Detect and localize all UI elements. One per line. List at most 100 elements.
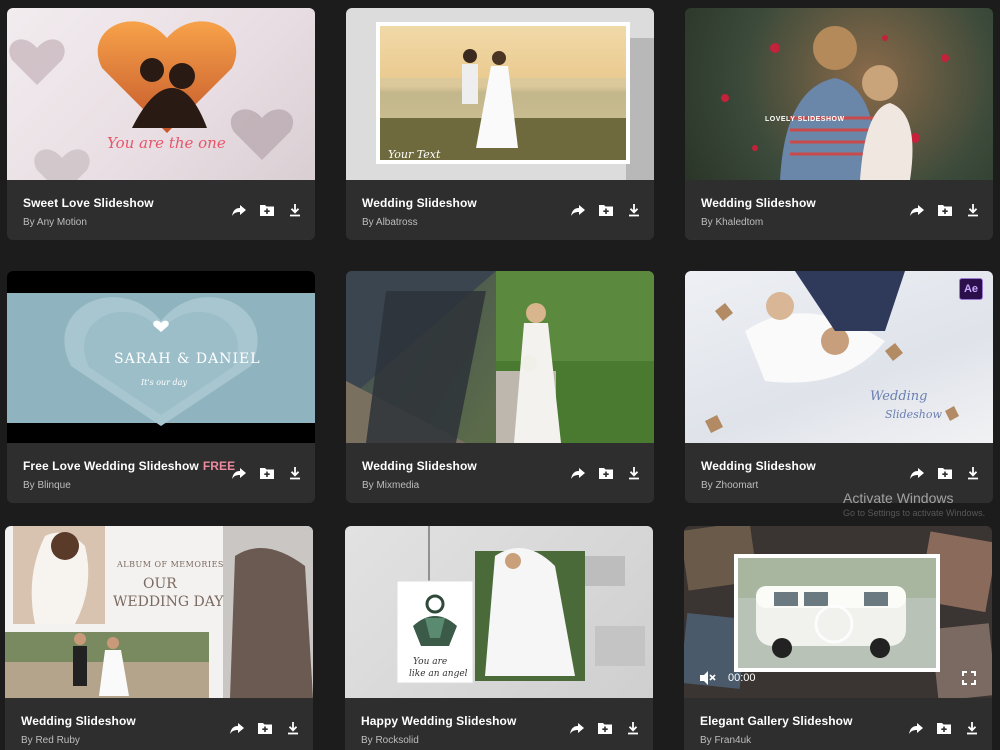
template-card[interactable]: Ae Wedding Slideshow Wedding Slideshow B…	[685, 271, 993, 503]
thumbnail-caption: SARAH & DANIEL	[114, 351, 261, 367]
card-info: Wedding Slideshow By Albatross	[346, 180, 654, 240]
thumbnail-caption: LOVELY SLIDESHOW	[765, 116, 845, 123]
card-info: Wedding Slideshow By Red Ruby	[5, 698, 313, 750]
activate-windows-hint: Go to Settings to activate Windows.	[843, 508, 986, 518]
thumbnail-subcaption: Slideshow	[885, 408, 942, 421]
share-icon[interactable]	[908, 720, 924, 736]
download-icon[interactable]	[625, 720, 641, 736]
thumbnail-caption: Wedding	[870, 389, 928, 404]
card-title[interactable]: Free Love Wedding Slideshow FREE	[23, 459, 235, 473]
card-title[interactable]: Happy Wedding Slideshow	[361, 714, 516, 728]
thumbnail-caption: ALBUM OF MEMORIES	[117, 560, 224, 569]
download-icon[interactable]	[626, 202, 642, 218]
add-to-collection-icon[interactable]	[598, 465, 614, 481]
thumbnail-caption: You are	[413, 657, 448, 667]
card-thumbnail[interactable]: Your Text	[346, 8, 654, 180]
card-author[interactable]: By Fran4uk	[700, 735, 751, 746]
thumbnail-art	[396, 526, 645, 684]
thumbnail-art	[9, 21, 294, 180]
card-title[interactable]: Wedding Slideshow	[701, 196, 816, 210]
template-card[interactable]: You are like an angel Happy Wedding Slid…	[345, 526, 653, 750]
card-info: Happy Wedding Slideshow By Rocksolid	[345, 698, 653, 750]
template-card[interactable]: LOVELY SLIDESHOW Wedding Slideshow By Kh…	[685, 8, 993, 240]
thumbnail-art	[5, 526, 313, 698]
share-icon[interactable]	[909, 465, 925, 481]
card-title[interactable]: Wedding Slideshow	[362, 459, 477, 473]
card-author[interactable]: By Zhoomart	[701, 480, 758, 491]
thumbnail-subcaption: OUR	[143, 576, 177, 592]
mute-icon[interactable]	[698, 670, 716, 686]
fullscreen-icon[interactable]	[962, 671, 976, 685]
thumbnail-subcaption: WEDDING DAY	[113, 594, 224, 610]
card-thumbnail[interactable]: Ae Wedding Slideshow	[685, 271, 993, 443]
card-author[interactable]: By Mixmedia	[362, 480, 419, 491]
card-info: Wedding Slideshow By Khaledtom	[685, 180, 993, 240]
share-icon[interactable]	[570, 202, 586, 218]
card-actions	[229, 720, 301, 736]
thumbnail-caption: Your Text	[388, 148, 441, 161]
thumbnail-art	[721, 26, 949, 180]
card-thumbnail[interactable]: You are like an angel	[345, 526, 653, 698]
share-icon[interactable]	[909, 202, 925, 218]
add-to-collection-icon[interactable]	[597, 720, 613, 736]
card-author[interactable]: By Rocksolid	[361, 735, 419, 746]
card-author[interactable]: By Blinque	[23, 480, 71, 491]
add-to-collection-icon[interactable]	[259, 202, 275, 218]
template-card[interactable]: SARAH & DANIEL It's our day Free Love We…	[7, 271, 315, 503]
card-actions	[570, 465, 642, 481]
add-to-collection-icon[interactable]	[259, 465, 275, 481]
template-card[interactable]: 00:00 Elegant Gallery Slideshow By Fran4…	[684, 526, 992, 750]
card-actions	[908, 720, 980, 736]
card-author[interactable]: By Red Ruby	[21, 735, 80, 746]
template-card[interactable]: You are the one Sweet Love Slideshow By …	[7, 8, 315, 240]
card-author[interactable]: By Khaledtom	[701, 217, 763, 228]
card-title-text: Free Love Wedding Slideshow	[23, 459, 199, 473]
template-card[interactable]: Wedding Slideshow By Mixmedia	[346, 271, 654, 503]
thumbnail-subcaption: like an angel	[409, 669, 468, 679]
add-to-collection-icon[interactable]	[936, 720, 952, 736]
card-info: Free Love Wedding Slideshow FREE By Blinq…	[7, 443, 315, 503]
share-icon[interactable]	[569, 720, 585, 736]
add-to-collection-icon[interactable]	[257, 720, 273, 736]
download-icon[interactable]	[626, 465, 642, 481]
card-title[interactable]: Sweet Love Slideshow	[23, 196, 154, 210]
share-icon[interactable]	[570, 465, 586, 481]
add-to-collection-icon[interactable]	[598, 202, 614, 218]
card-author[interactable]: By Albatross	[362, 217, 418, 228]
download-icon[interactable]	[287, 202, 303, 218]
card-thumbnail[interactable]: You are the one	[7, 8, 315, 180]
share-icon[interactable]	[229, 720, 245, 736]
download-icon[interactable]	[287, 465, 303, 481]
card-actions	[231, 465, 303, 481]
card-title[interactable]: Wedding Slideshow	[362, 196, 477, 210]
thumbnail-subcaption: It's our day	[141, 378, 187, 387]
download-icon[interactable]	[965, 202, 981, 218]
card-title[interactable]: Wedding Slideshow	[21, 714, 136, 728]
card-thumbnail[interactable]: SARAH & DANIEL It's our day	[7, 271, 315, 443]
template-card[interactable]: Your Text Wedding Slideshow By Albatross	[346, 8, 654, 240]
card-actions	[231, 202, 303, 218]
activate-windows-watermark: Activate Windows	[843, 490, 954, 506]
share-icon[interactable]	[231, 202, 247, 218]
card-actions	[909, 202, 981, 218]
card-thumbnail[interactable]: 00:00	[684, 526, 992, 698]
share-icon[interactable]	[231, 465, 247, 481]
add-to-collection-icon[interactable]	[937, 465, 953, 481]
card-actions	[569, 720, 641, 736]
card-title[interactable]: Wedding Slideshow	[701, 459, 816, 473]
thumbnail-art	[346, 271, 654, 443]
card-info: Elegant Gallery Slideshow By Fran4uk	[684, 698, 992, 750]
video-timestamp: 00:00	[728, 672, 756, 684]
card-thumbnail[interactable]	[346, 271, 654, 443]
app-badge: Ae	[959, 278, 983, 300]
card-author[interactable]: By Any Motion	[23, 217, 87, 228]
download-icon[interactable]	[285, 720, 301, 736]
template-card[interactable]: ALBUM OF MEMORIES OUR WEDDING DAY Weddin…	[5, 526, 313, 750]
card-thumbnail[interactable]: LOVELY SLIDESHOW	[685, 8, 993, 180]
card-thumbnail[interactable]: ALBUM OF MEMORIES OUR WEDDING DAY	[5, 526, 313, 698]
card-title[interactable]: Elegant Gallery Slideshow	[700, 714, 853, 728]
download-icon[interactable]	[965, 465, 981, 481]
download-icon[interactable]	[964, 720, 980, 736]
card-info: Sweet Love Slideshow By Any Motion	[7, 180, 315, 240]
add-to-collection-icon[interactable]	[937, 202, 953, 218]
